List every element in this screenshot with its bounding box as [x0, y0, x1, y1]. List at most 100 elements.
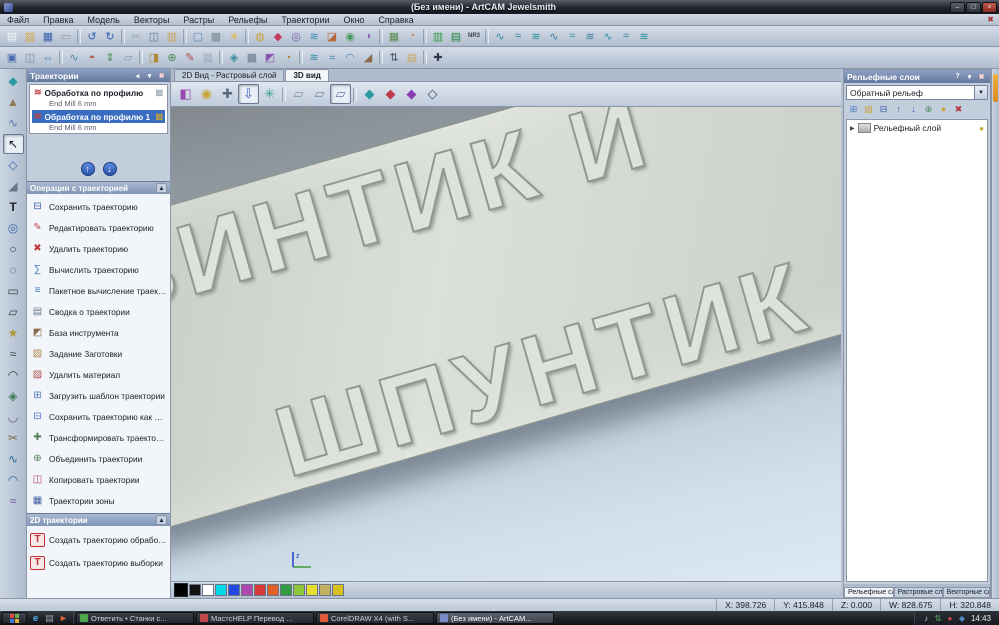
operation-item[interactable]: ⊞ Загрузить шаблон траектории: [27, 385, 170, 406]
spin-icon[interactable]: ◉: [341, 28, 359, 45]
new-layer-icon[interactable]: ⊞: [846, 102, 861, 116]
merge-relief-icon[interactable]: ⊕: [163, 49, 181, 66]
operation-item[interactable]: ✚ Трансформировать траектории: [27, 427, 170, 448]
operation-item[interactable]: ⊕ Объединить траектории: [27, 448, 170, 469]
join-vectors-icon[interactable]: ∿: [3, 449, 24, 469]
copy-relief-icon[interactable]: ◨: [145, 49, 163, 66]
notes-icon[interactable]: ▤: [403, 49, 421, 66]
create-rectangle-icon[interactable]: ▭: [3, 281, 24, 301]
collapse-section-icon[interactable]: ▴: [156, 183, 167, 193]
wrap-text-icon[interactable]: ◠: [3, 470, 24, 490]
zoom-tool-icon[interactable]: ◎: [3, 218, 24, 238]
measure-tool-icon[interactable]: ◢: [3, 176, 24, 196]
toggle-z-icon[interactable]: ⇩: [238, 84, 259, 104]
toolpath-item[interactable]: ≋ Обработка по профилю ▥ End Mill 6 mm: [30, 85, 167, 109]
view-cube-icon[interactable]: ◧: [175, 84, 196, 104]
panel-close-icon[interactable]: ✖: [976, 72, 987, 82]
layer-row[interactable]: ▶ Рельефный слой ●: [847, 120, 987, 136]
quick-launch-player-icon[interactable]: ►: [57, 612, 70, 624]
paste-along-curve-icon[interactable]: ≈: [3, 491, 24, 511]
relief-preview-icon[interactable]: ◆: [359, 84, 380, 104]
vector-trace-icon[interactable]: ◈: [225, 49, 243, 66]
measure-icon[interactable]: ⇅: [385, 49, 403, 66]
turn-icon[interactable]: ◑: [359, 28, 377, 45]
panel-scroll-icon[interactable]: ◂: [132, 71, 143, 81]
maximize-button[interactable]: □: [966, 1, 981, 13]
viewport-3d[interactable]: ВИНТИК И ШПУНТИК z: [171, 107, 841, 581]
palette-swatch[interactable]: [332, 584, 344, 596]
paste-icon[interactable]: ▥: [163, 28, 181, 45]
move-model-icon[interactable]: ✚: [429, 49, 447, 66]
view-tab[interactable]: 2D Вид - Растровый слой: [174, 69, 285, 81]
palette-swatch[interactable]: [254, 584, 266, 596]
palette-swatch[interactable]: [189, 584, 201, 596]
bitmap-layer-icon[interactable]: ▩: [243, 49, 261, 66]
gem-tool-icon[interactable]: ◆: [269, 28, 287, 45]
weave-wizard-icon[interactable]: ≋: [305, 49, 323, 66]
extrude-icon[interactable]: ◪: [323, 28, 341, 45]
create-ellipse-icon[interactable]: ◌: [3, 260, 24, 280]
create-star-icon[interactable]: ★: [3, 323, 24, 343]
create-polygon-icon[interactable]: ▱: [3, 302, 24, 322]
merge-layers-icon[interactable]: ⊕: [921, 102, 936, 116]
dome-tool-icon[interactable]: ◔: [279, 49, 297, 66]
mdi-close-icon[interactable]: ✖: [987, 14, 994, 26]
operation-item[interactable]: ≡ Пакетное вычисление траекторий: [27, 280, 170, 301]
palette-swatch[interactable]: [267, 584, 279, 596]
palette-swatch[interactable]: [319, 584, 331, 596]
operation-item[interactable]: ▧ Задание Заготовки: [27, 343, 170, 364]
sweep-profile-3-icon[interactable]: ≋: [527, 28, 545, 45]
create-arc-icon[interactable]: ◠: [3, 365, 24, 385]
menu-item[interactable]: Правка: [36, 14, 80, 26]
invert-relief-icon[interactable]: ◓: [83, 49, 101, 66]
expander-icon[interactable]: ▶: [850, 125, 855, 132]
lighting-icon[interactable]: ☀: [225, 28, 243, 45]
tray-network-icon[interactable]: ⇅: [933, 612, 943, 624]
isoform-icon[interactable]: ◠: [341, 49, 359, 66]
sweep-profile-6-icon[interactable]: ≋: [581, 28, 599, 45]
palette-swatch[interactable]: [293, 584, 305, 596]
ring-wizard-icon[interactable]: ◍: [251, 28, 269, 45]
menu-item[interactable]: Растры: [176, 14, 221, 26]
task-button[interactable]: Ответить • Станки с...: [76, 612, 194, 624]
open-layer-icon[interactable]: ▨: [861, 102, 876, 116]
twirl-view-icon[interactable]: ✳: [259, 84, 280, 104]
task-button[interactable]: (Без имени) - ArtCAM...: [436, 612, 554, 624]
open-model-icon[interactable]: ▨: [21, 28, 39, 45]
draw-plane-z-icon[interactable]: ▱: [330, 84, 351, 104]
palette-swatch[interactable]: [174, 583, 188, 597]
rotary-relief-icon[interactable]: ◎: [287, 28, 305, 45]
extrude-relief-icon[interactable]: ◢: [359, 49, 377, 66]
texture-relief-icon[interactable]: ▦: [385, 28, 403, 45]
palette-swatch[interactable]: [306, 584, 318, 596]
create-text-icon[interactable]: T: [3, 197, 24, 217]
menu-item[interactable]: Файл: [0, 14, 36, 26]
fillet-tool-icon[interactable]: ◡: [3, 407, 24, 427]
palette-swatch[interactable]: [228, 584, 240, 596]
print-icon[interactable]: ▭: [57, 28, 75, 45]
select-vectors-icon[interactable]: ↖: [2, 134, 24, 154]
nr3-tool-icon[interactable]: NR3: [465, 28, 483, 45]
pan-view-icon[interactable]: ✚: [217, 84, 238, 104]
menu-item[interactable]: Справка: [371, 14, 420, 26]
panel-pin-icon[interactable]: ▾: [964, 72, 975, 82]
tray-volume-icon[interactable]: ♪: [921, 612, 931, 624]
relief-invert-icon[interactable]: ◆: [401, 84, 422, 104]
visibility-bulb-icon[interactable]: ●: [979, 124, 984, 133]
layers-tab[interactable]: Растровые слои: [893, 587, 943, 597]
gem-select-icon[interactable]: ◆: [3, 71, 24, 91]
operation-item[interactable]: ✖ Удалить траекторию: [27, 238, 170, 259]
two-rail-sweep-icon[interactable]: ≋: [305, 28, 323, 45]
save-model-icon[interactable]: ▦: [39, 28, 57, 45]
operation-item[interactable]: ▨ Удалить материал: [27, 364, 170, 385]
erase-relief-icon[interactable]: ▨: [199, 49, 217, 66]
texture-flow-icon[interactable]: ≈: [323, 49, 341, 66]
move-toolpath-down-button[interactable]: ↓: [102, 162, 117, 176]
sweep-profile-9-icon[interactable]: ≋: [635, 28, 653, 45]
palette-swatch[interactable]: [202, 584, 214, 596]
operation-item[interactable]: ▤ Сводка о траектории: [27, 301, 170, 322]
palette-swatch[interactable]: [241, 584, 253, 596]
smooth-brush-icon[interactable]: ∿: [3, 113, 24, 133]
close-button[interactable]: ×: [982, 1, 997, 13]
create-polyline-icon[interactable]: ≈: [3, 344, 24, 364]
